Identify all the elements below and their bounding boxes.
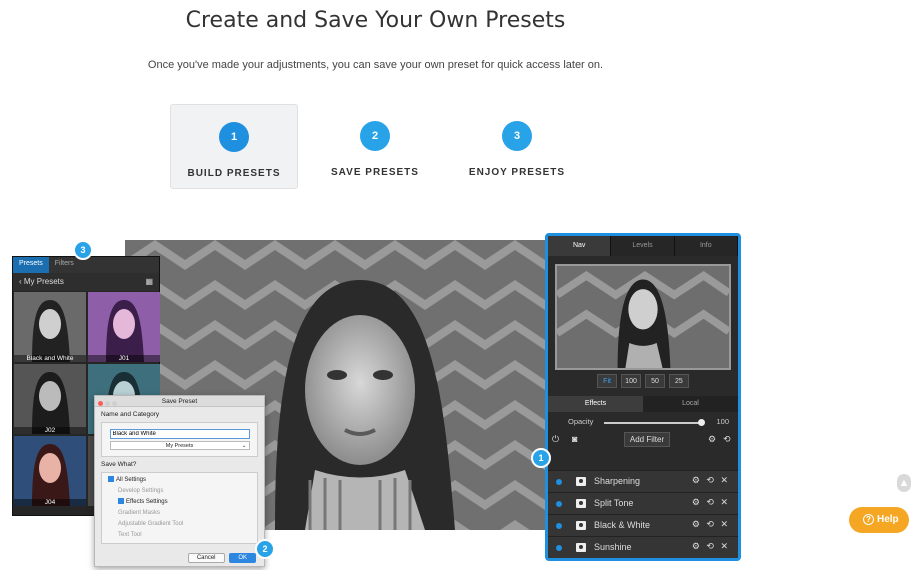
filter-row[interactable]: Sunshine ⚙ ⟲ ✕	[548, 536, 738, 558]
step-number: 1	[219, 122, 249, 152]
mask-icon[interactable]	[576, 477, 586, 486]
filter-name: Sunshine	[594, 542, 632, 552]
opacity-value: 100	[716, 417, 729, 426]
opacity-knob[interactable]	[698, 419, 705, 426]
tab-presets[interactable]: Presets	[13, 257, 49, 273]
zoom-fit[interactable]: Fit	[597, 374, 618, 388]
maximize-window-icon	[112, 401, 117, 406]
step-enjoy-presets[interactable]: 3 ENJOY PRESETS	[453, 104, 581, 189]
checkbox-gradient-masks[interactable]: Gradient Masks	[108, 508, 251, 519]
mask-icon[interactable]	[576, 543, 586, 552]
filter-enabled-icon[interactable]	[556, 479, 562, 485]
ok-button[interactable]: OK	[229, 553, 256, 563]
add-filter-button[interactable]: Add Filter	[624, 432, 670, 447]
category-value: My Presets	[165, 443, 194, 449]
preset-thumb[interactable]: J01	[88, 292, 160, 362]
step-label: SAVE PRESETS	[331, 167, 419, 178]
filter-name: Sharpening	[594, 476, 641, 486]
preset-name: Black and White	[14, 355, 86, 362]
power-icon[interactable]: ⏻	[552, 434, 559, 445]
grid-view-icon[interactable]: ▦	[145, 273, 153, 291]
preset-name-field[interactable]	[109, 429, 250, 439]
presets-header[interactable]: ‹ My Presets ▦	[13, 273, 159, 291]
save-preset-dialog: Save Preset Name and Category My Presets…	[94, 395, 265, 567]
gear-icon[interactable]: ⚙	[708, 434, 716, 445]
tab-filters[interactable]: Filters	[49, 257, 80, 273]
callout-badge-1: 1	[531, 448, 551, 468]
filter-enabled-icon[interactable]	[556, 501, 562, 507]
filter-actions[interactable]: ⚙ ⟲ ✕	[692, 497, 730, 508]
tab-local[interactable]: Local	[643, 396, 738, 412]
filter-name: Split Tone	[594, 498, 634, 508]
zoom-100[interactable]: 100	[621, 374, 642, 388]
close-window-icon[interactable]	[98, 401, 103, 406]
preset-thumb[interactable]: Black and White	[14, 292, 86, 362]
tab-effects[interactable]: Effects	[548, 396, 643, 412]
filter-enabled-icon[interactable]	[556, 523, 562, 529]
step-number: 3	[502, 121, 532, 151]
step-number: 2	[360, 121, 390, 151]
step-label: BUILD PRESETS	[187, 168, 281, 179]
step-label: ENJOY PRESETS	[468, 167, 566, 178]
question-icon: ?	[863, 514, 874, 525]
preset-name: J04	[14, 499, 86, 506]
navigator-preview[interactable]	[555, 264, 731, 370]
category-select[interactable]: My Presets ⌄	[109, 441, 250, 450]
checkbox-develop-settings[interactable]: Develop Settings	[108, 486, 251, 497]
mask-icon[interactable]: ◙	[572, 434, 577, 444]
preset-thumb[interactable]: J02	[14, 364, 86, 434]
cancel-button[interactable]: Cancel	[187, 553, 225, 563]
page-subtitle: Once you've made your adjustments, you c…	[147, 59, 604, 71]
step-save-presets[interactable]: 2 SAVE PRESETS	[311, 104, 439, 189]
filter-row[interactable]: Black & White ⚙ ⟲ ✕	[548, 514, 738, 536]
minimize-window-icon	[105, 401, 110, 406]
filter-enabled-icon[interactable]	[556, 545, 562, 551]
filter-actions[interactable]: ⚙ ⟲ ✕	[692, 541, 730, 552]
help-label: Help	[877, 514, 899, 525]
section-save-what: Save What?	[101, 461, 137, 468]
tab-levels[interactable]: Levels	[611, 236, 675, 256]
preset-name: J01	[88, 355, 160, 362]
scroll-to-top-icon[interactable]: ▲	[897, 474, 911, 492]
mask-icon[interactable]	[576, 499, 586, 508]
opacity-slider[interactable]: Opacity 100	[548, 415, 738, 429]
help-button[interactable]: ? Help	[849, 507, 909, 533]
checkbox-all-settings[interactable]: All Settings	[108, 475, 251, 486]
callout-badge-3: 3	[73, 240, 93, 260]
filter-row[interactable]: Sharpening ⚙ ⟲ ✕	[548, 470, 738, 492]
checkbox-text-tool[interactable]: Text Tool	[108, 530, 251, 541]
tab-info[interactable]: Info	[674, 236, 738, 256]
chevron-down-icon: ⌄	[241, 443, 247, 449]
opacity-track[interactable]	[604, 422, 702, 424]
dialog-title: Save Preset	[161, 398, 198, 405]
section-name-category: Name and Category	[101, 411, 160, 418]
tab-nav[interactable]: Nav	[548, 236, 612, 256]
step-build-presets[interactable]: 1 BUILD PRESETS	[170, 104, 298, 189]
reset-icon[interactable]: ⟲	[723, 434, 731, 445]
filter-actions[interactable]: ⚙ ⟲ ✕	[692, 475, 730, 486]
editor-right-panel: Nav Levels Info Fit 100 50 25 Effects Lo…	[545, 233, 741, 561]
mask-icon[interactable]	[576, 521, 586, 530]
opacity-label: Opacity	[568, 417, 594, 426]
checkbox-adjustable-gradient-tool[interactable]: Adjustable Gradient Tool	[108, 519, 251, 530]
filter-name: Black & White	[594, 520, 651, 530]
checkbox-effects-settings[interactable]: Effects Settings	[108, 497, 251, 508]
callout-badge-2: 2	[255, 539, 275, 559]
filter-row[interactable]: Split Tone ⚙ ⟲ ✕	[548, 492, 738, 514]
preset-thumb[interactable]: J04	[14, 436, 86, 506]
zoom-50[interactable]: 50	[644, 374, 665, 388]
filter-actions[interactable]: ⚙ ⟲ ✕	[692, 519, 730, 530]
presets-category: My Presets	[23, 277, 64, 286]
page-title: Create and Save Your Own Presets	[185, 8, 566, 33]
zoom-25[interactable]: 25	[668, 374, 689, 388]
preset-name: J02	[14, 427, 86, 434]
